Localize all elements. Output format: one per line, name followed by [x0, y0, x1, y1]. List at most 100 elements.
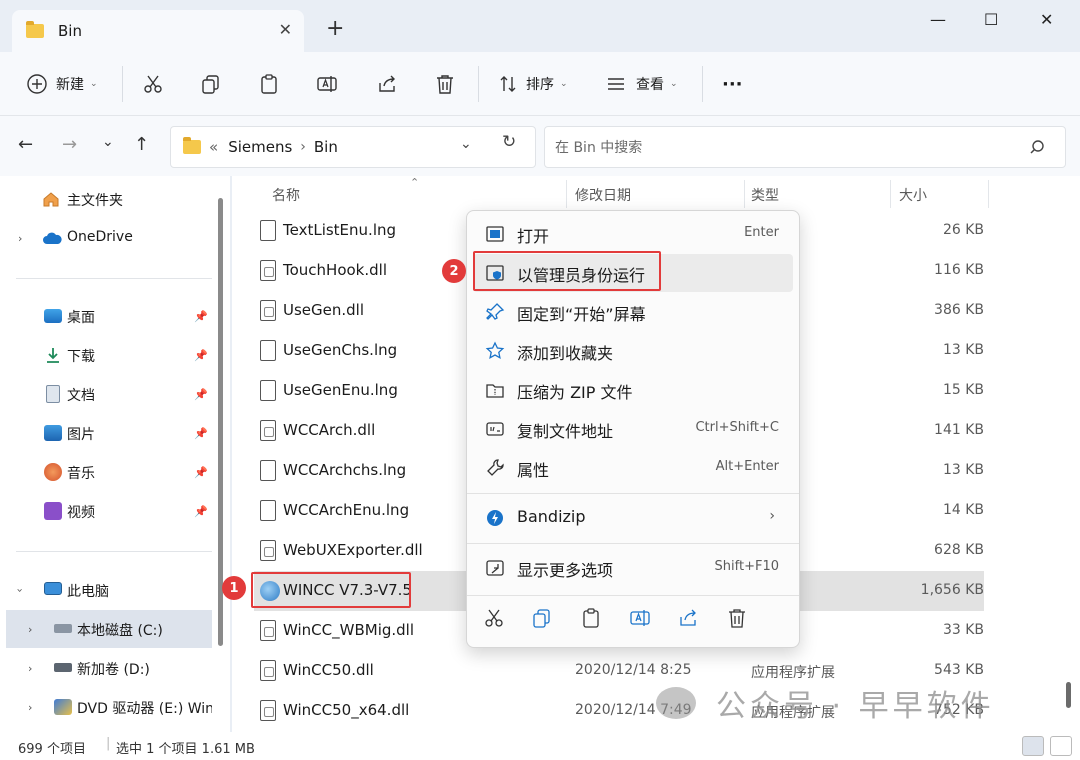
column-header-name[interactable]: 名称 — [272, 176, 300, 214]
menu-divider — [467, 595, 799, 596]
column-divider[interactable] — [744, 180, 745, 208]
sidebar-item-label: 桌面 — [67, 310, 95, 326]
cloud-icon — [42, 231, 62, 247]
breadcrumb-bin[interactable]: Bin — [314, 138, 338, 156]
menu-divider — [467, 543, 799, 544]
chevron-right-icon[interactable]: › — [28, 662, 32, 675]
chevron-right-icon[interactable]: › — [28, 623, 32, 636]
sidebar-item-pictures[interactable]: 图片 📌 — [0, 414, 212, 452]
view-button[interactable]: 查看 ⌄ — [606, 70, 678, 98]
sidebar-item-dvd-e[interactable]: › DVD 驱动器 (E:) Win — [0, 688, 212, 726]
search-input[interactable]: 在 Bin 中搜索 — [555, 137, 642, 157]
sidebar-item-label: 此电脑 — [67, 584, 109, 600]
sidebar-divider — [16, 551, 212, 552]
menu-item-bandizip[interactable]: Bandizip › — [473, 499, 793, 537]
bandizip-icon — [487, 510, 503, 526]
dll-file-icon — [260, 700, 276, 721]
search-box[interactable]: 在 Bin 中搜索 — [544, 126, 1066, 168]
trash-icon — [437, 75, 453, 94]
copy-icon — [202, 75, 219, 94]
up-arrow-icon[interactable]: ↑ — [134, 134, 149, 155]
forward-arrow-icon[interactable]: → — [62, 134, 77, 155]
trash-icon[interactable] — [726, 607, 748, 629]
share-icon[interactable] — [677, 607, 699, 629]
tab-bin[interactable]: Bin ✕ — [12, 10, 304, 52]
paste-button[interactable] — [258, 70, 280, 98]
pin-icon[interactable]: 📌 — [194, 349, 208, 362]
menu-item-label: 压缩为 ZIP 文件 — [517, 383, 633, 402]
delete-button[interactable] — [434, 70, 456, 98]
breadcrumb-overflow[interactable]: « — [209, 138, 218, 156]
copy-button[interactable] — [200, 70, 222, 98]
cut-button[interactable] — [142, 70, 164, 98]
column-divider[interactable] — [988, 180, 989, 208]
address-bar[interactable]: « Siemens › Bin — [170, 126, 536, 168]
chevron-right-icon[interactable]: › — [18, 232, 22, 245]
share-button[interactable] — [376, 70, 398, 98]
pin-icon[interactable]: 📌 — [194, 388, 208, 401]
new-button[interactable]: 新建 ⌄ — [26, 70, 98, 98]
chevron-right-icon[interactable]: › — [28, 701, 32, 714]
menu-item-add-to-favorites[interactable]: 添加到收藏夹 — [473, 332, 793, 370]
toolbar-divider — [702, 66, 703, 102]
download-icon — [44, 346, 62, 363]
scissors-icon[interactable] — [483, 607, 505, 629]
rename-button[interactable] — [316, 70, 338, 98]
menu-item-compress-zip[interactable]: 压缩为 ZIP 文件 — [473, 371, 793, 409]
more-options-button[interactable]: ··· — [722, 70, 743, 98]
tab-close-icon[interactable]: ✕ — [279, 20, 292, 39]
back-arrow-icon[interactable]: ← — [18, 134, 33, 155]
breadcrumb-siemens[interactable]: Siemens — [228, 138, 292, 156]
sidebar-item-home[interactable]: 主文件夹 — [0, 180, 212, 218]
tiles-view-icon[interactable] — [1050, 736, 1072, 756]
details-view-icon[interactable] — [1022, 736, 1044, 756]
sidebar-item-onedrive[interactable]: › OneDrive — [0, 219, 212, 257]
menu-item-properties[interactable]: 属性 Alt+Enter — [473, 449, 793, 487]
menu-item-pin-to-start[interactable]: 固定到“开始”屏幕 — [473, 293, 793, 331]
sort-button[interactable]: 排序 ⌄ — [498, 70, 568, 98]
minimize-button[interactable]: — — [930, 10, 946, 29]
menu-item-open[interactable]: 打开 Enter — [473, 215, 793, 253]
sidebar-item-documents[interactable]: 文档 📌 — [0, 375, 212, 413]
sidebar-item-downloads[interactable]: 下载 📌 — [0, 336, 212, 374]
pin-icon[interactable]: 📌 — [194, 466, 208, 479]
close-window-button[interactable]: ✕ — [1040, 10, 1053, 29]
column-header-date[interactable]: 修改日期 — [575, 176, 631, 214]
watermark-text: 公众号 · 早早软件 — [716, 689, 995, 724]
sidebar-item-desktop[interactable]: 桌面 📌 — [0, 297, 212, 335]
status-bar: 699 个项目 | 选中 1 个项目 1.61 MB — [0, 732, 1080, 760]
column-header-size[interactable]: 大小 — [899, 176, 927, 214]
menu-item-show-more-options[interactable]: 显示更多选项 Shift+F10 — [473, 549, 793, 587]
menu-item-copy-path[interactable]: 复制文件地址 Ctrl+Shift+C — [473, 410, 793, 448]
rename-icon[interactable] — [629, 607, 651, 629]
column-divider[interactable] — [890, 180, 891, 208]
sidebar-item-local-disk-c[interactable]: › 本地磁盘 (C:) — [6, 610, 212, 648]
file-list-scrollbar[interactable] — [1066, 682, 1071, 708]
sidebar-item-label: 下载 — [67, 349, 95, 365]
recent-chevron-icon[interactable]: ⌄ — [102, 134, 114, 150]
column-header-type[interactable]: 类型 — [751, 176, 779, 214]
sidebar-item-videos[interactable]: 视频 📌 — [0, 492, 212, 530]
pin-icon[interactable]: 📌 — [194, 505, 208, 518]
file-name: WCCArchchs.lng — [283, 461, 407, 479]
sidebar-item-this-pc[interactable]: › 此电脑 — [0, 571, 212, 609]
dll-file-icon — [260, 660, 276, 681]
chevron-down-icon[interactable]: › — [14, 588, 27, 592]
maximize-button[interactable]: ☐ — [984, 10, 998, 29]
sidebar-item-volume-d[interactable]: › 新加卷 (D:) — [0, 649, 212, 687]
new-tab-button[interactable]: + — [326, 18, 344, 40]
video-icon — [44, 502, 62, 520]
copy-icon[interactable] — [531, 607, 553, 629]
refresh-icon[interactable]: ↻ — [502, 132, 516, 152]
menu-shortcut: Alt+Enter — [715, 459, 779, 474]
pin-icon[interactable]: 📌 — [194, 427, 208, 440]
sidebar-item-music[interactable]: 音乐 📌 — [0, 453, 212, 491]
pin-icon[interactable]: 📌 — [194, 310, 208, 323]
picture-icon — [44, 425, 62, 441]
column-divider[interactable] — [566, 180, 567, 208]
menu-item-label: Bandizip — [517, 507, 586, 526]
clipboard-icon[interactable] — [580, 607, 602, 629]
sidebar-scrollbar[interactable] — [218, 198, 223, 646]
address-dropdown-icon[interactable]: ⌄ — [460, 136, 472, 152]
text-file-icon — [260, 340, 276, 361]
